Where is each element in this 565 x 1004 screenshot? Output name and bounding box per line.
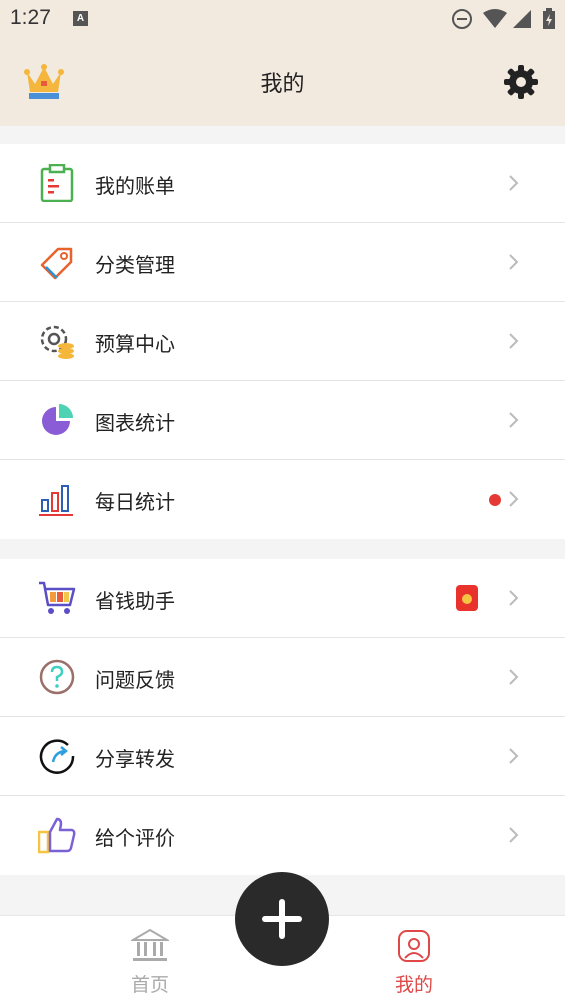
menu-item-savings-assistant[interactable]: 省钱助手 (0, 559, 565, 638)
menu-item-budget-center[interactable]: 预算中心 (0, 302, 565, 381)
menu-group-primary: 我的账单 分类管理 预算中心 图表统计 每日统计 (0, 144, 565, 539)
settings-gear-icon[interactable] (503, 64, 539, 100)
chevron-right-icon (509, 333, 519, 349)
status-time: 1:27 (10, 6, 51, 29)
pie-chart-icon (42, 404, 73, 435)
bank-building-icon (129, 928, 171, 961)
menu-item-rate-app[interactable]: 给个评价 (0, 796, 565, 875)
chevron-right-icon (509, 827, 519, 843)
share-icon (39, 739, 75, 774)
menu-group-secondary: 省钱助手 问题反馈 分享转发 给个评价 (0, 559, 565, 875)
chevron-right-icon (509, 175, 519, 191)
top-header: 1:27 A 我的 (0, 0, 565, 126)
menu-label: 分享转发 (95, 747, 175, 771)
add-record-button[interactable] (235, 872, 329, 966)
nav-tab-home[interactable]: 首页 (110, 928, 190, 997)
question-icon (39, 659, 75, 695)
new-badge-dot (489, 494, 501, 506)
menu-label: 省钱助手 (95, 589, 175, 613)
chevron-right-icon (509, 491, 519, 507)
user-profile-icon (398, 930, 430, 962)
menu-item-my-bills[interactable]: 我的账单 (0, 144, 565, 223)
do-not-disturb-icon (452, 9, 472, 29)
menu-label: 图表统计 (95, 411, 175, 435)
menu-item-category-management[interactable]: 分类管理 (0, 223, 565, 302)
menu-item-share[interactable]: 分享转发 (0, 717, 565, 796)
menu-label: 给个评价 (95, 826, 175, 850)
wifi-icon (483, 9, 507, 28)
status-bar: 1:27 A (0, 0, 565, 40)
menu-item-feedback[interactable]: 问题反馈 (0, 638, 565, 717)
bar-chart-icon (39, 485, 73, 516)
menu-item-daily-statistics[interactable]: 每日统计 (0, 460, 565, 539)
shopping-cart-icon (39, 581, 76, 614)
chevron-right-icon (509, 412, 519, 428)
page-title: 我的 (260, 72, 305, 97)
chevron-right-icon (509, 590, 519, 606)
notification-a-icon: A (73, 11, 88, 26)
menu-label: 每日统计 (95, 490, 175, 514)
tag-icon (40, 247, 73, 280)
red-packet-icon (456, 585, 478, 611)
menu-item-chart-statistics[interactable]: 图表统计 (0, 381, 565, 460)
budget-gear-coins-icon (40, 325, 74, 359)
chevron-right-icon (509, 748, 519, 764)
nav-mine-label: 我的 (394, 974, 433, 996)
menu-label: 分类管理 (95, 253, 175, 277)
menu-label: 问题反馈 (95, 668, 175, 692)
thumbs-up-icon (38, 817, 76, 854)
nav-tab-mine[interactable]: 我的 (374, 928, 454, 997)
battery-icon (543, 8, 555, 29)
clipboard-icon (40, 164, 74, 202)
menu-label: 预算中心 (95, 332, 175, 356)
chevron-right-icon (509, 254, 519, 270)
chevron-right-icon (509, 669, 519, 685)
nav-home-label: 首页 (130, 974, 169, 996)
menu-label: 我的账单 (95, 174, 175, 198)
signal-icon (513, 10, 531, 28)
